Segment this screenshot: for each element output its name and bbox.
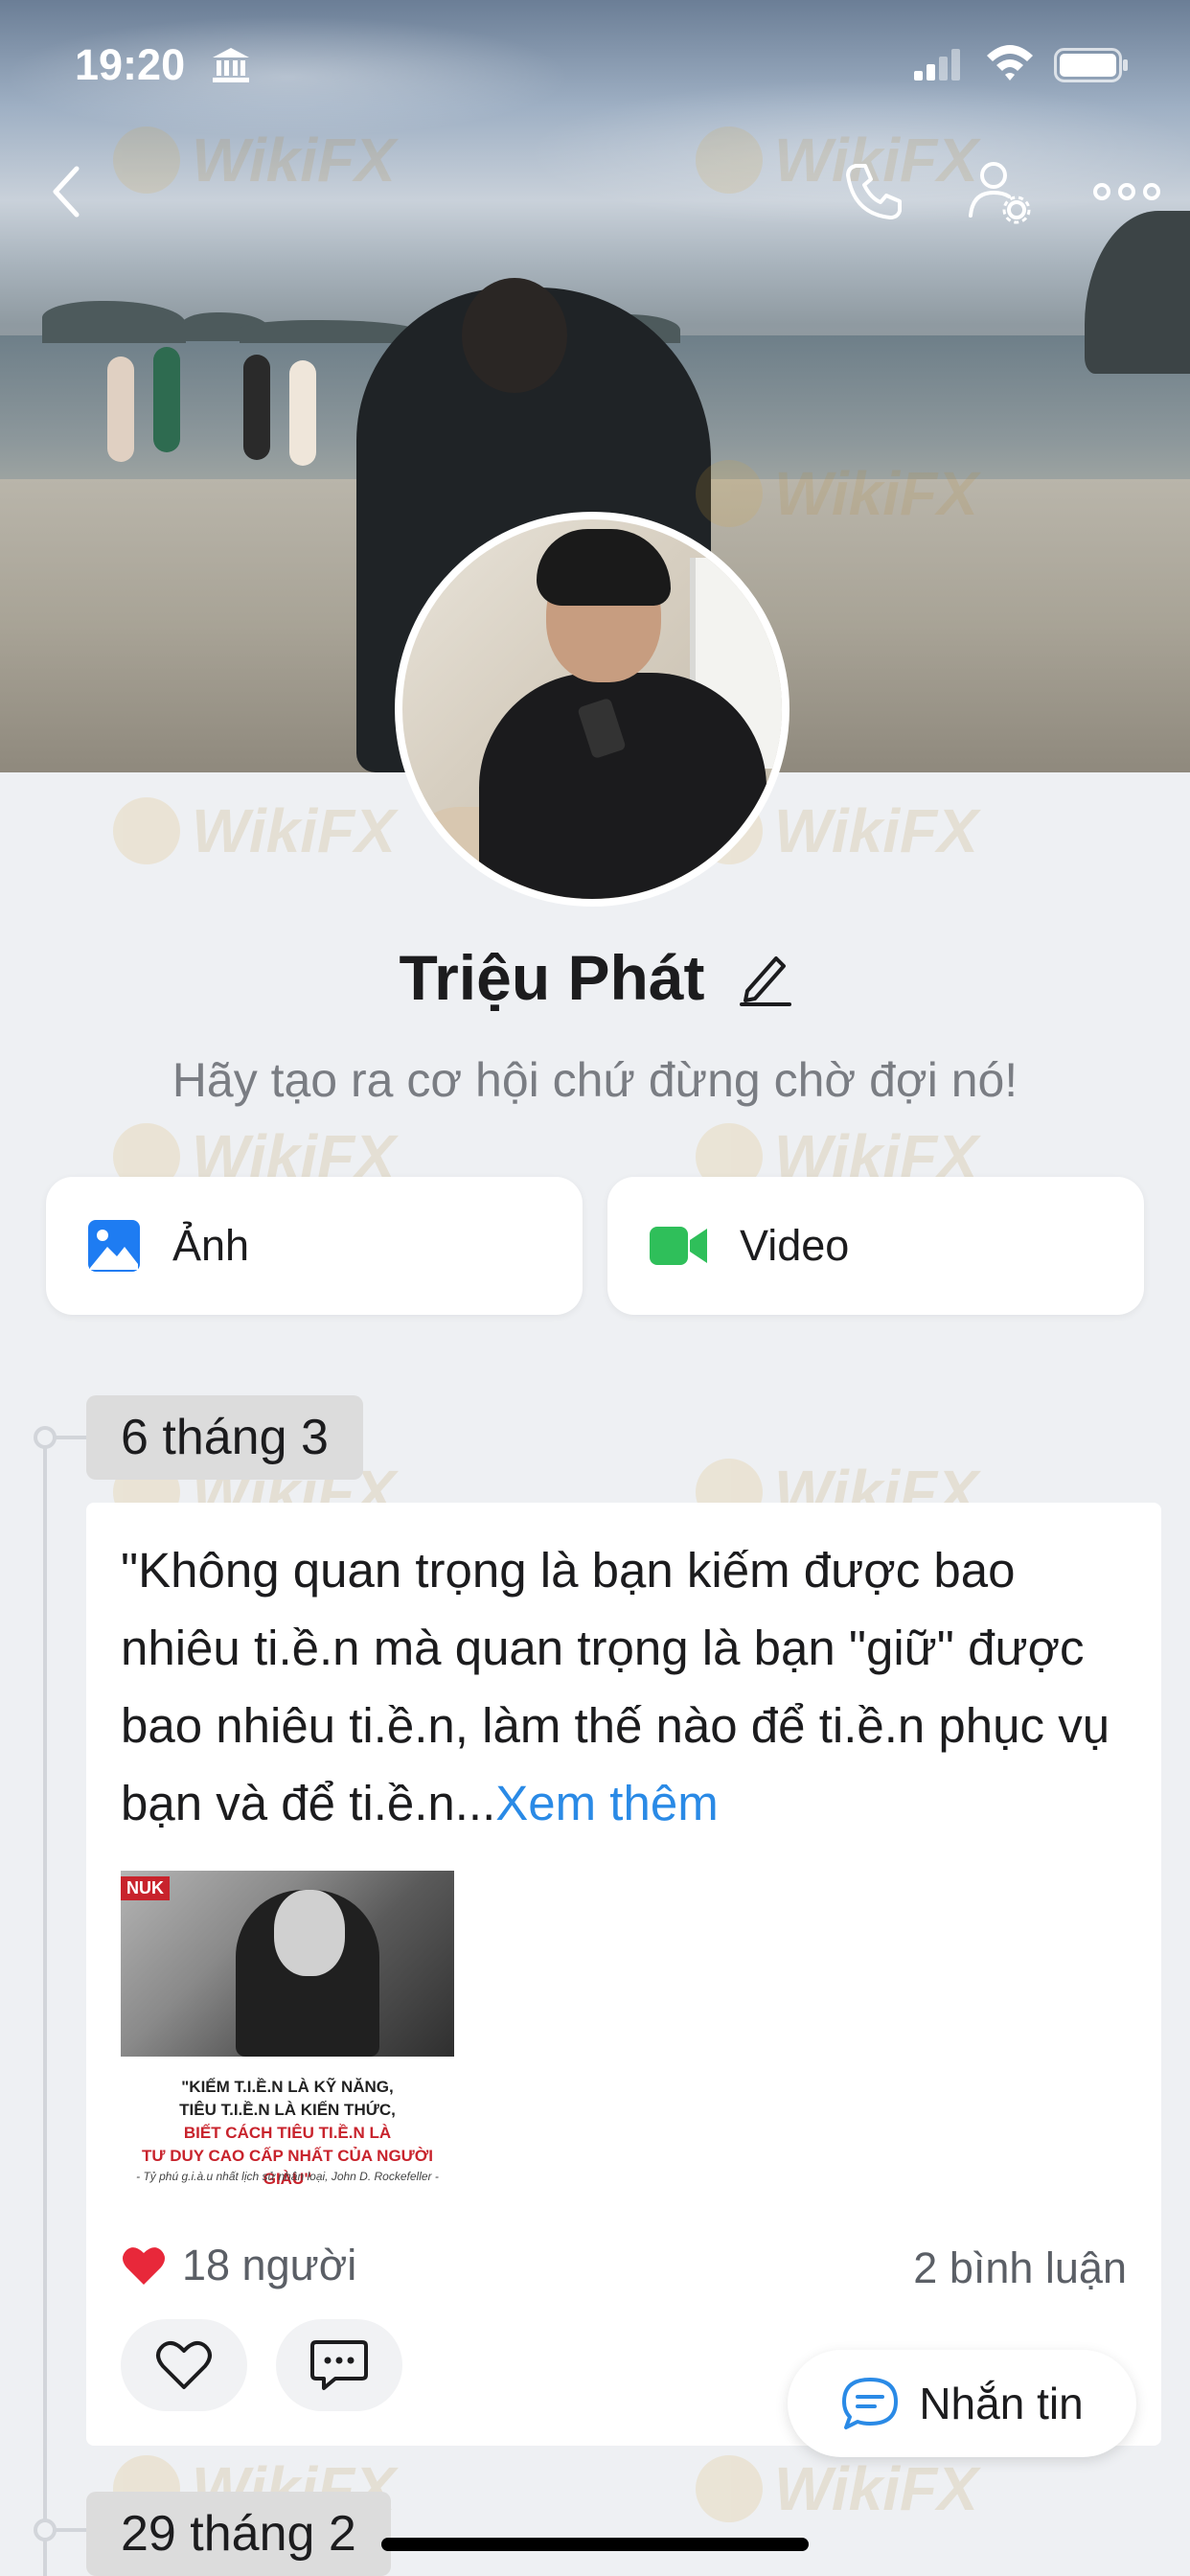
more-dots-icon [1093,183,1160,200]
post-card[interactable]: "Không quan trọng là bạn kiếm được bao n… [86,1503,1161,2446]
cover-person-head [462,278,567,393]
avatar-hair [537,529,671,606]
message-button[interactable]: Nhắn tin [788,2350,1136,2457]
photos-button[interactable]: Ảnh [46,1177,583,1315]
beach-person [107,356,134,462]
caption-line: TIÊU T.I.Ề.N LÀ KIẾN THỨC, [179,2101,396,2119]
videos-button-label: Video [740,1221,850,1270]
watermark-logo [696,2455,763,2522]
videos-button[interactable]: Video [607,1177,1144,1315]
caption-line: "KIẾM T.I.Ề.N LÀ KỸ NĂNG, [181,2078,394,2096]
avatar-body [479,673,767,899]
date-chip: 29 tháng 2 [86,2492,391,2576]
home-indicator[interactable] [381,2538,809,2551]
beach-person [153,347,180,452]
user-settings-icon [969,162,1031,224]
status-time: 19:20 [75,40,186,89]
photo-icon [88,1220,140,1272]
post-image[interactable]: NUK "KIẾM T.I.Ề.N LÀ KỸ NĂNG, TIÊU T.I.Ề… [121,1871,454,2202]
watermark-text: WikiFX [192,796,396,865]
timeline-dot [34,1426,57,1449]
video-camera-icon [650,1227,707,1265]
post-image-face [274,1890,345,1976]
heart-filled-icon [123,2247,165,2285]
avatar[interactable] [395,512,790,907]
message-button-label: Nhắn tin [919,2379,1084,2428]
beach-person [289,360,316,466]
watermark-text: WikiFX [774,2454,978,2523]
comments-count[interactable]: 2 bình luận [913,2243,1127,2293]
comment-button[interactable] [276,2319,402,2411]
like-button[interactable] [121,2319,247,2411]
post-image-credit: - Tỷ phú g.i.à.u nhất lịch sử nhân loại,… [136,2170,439,2183]
wifi-icon [987,45,1033,80]
chat-bubble-icon [842,2378,899,2429]
post-text[interactable]: "Không quan trọng là bạn kiếm được bao n… [121,1531,1136,1842]
beach-person [243,355,270,460]
profile-bio: Hãy tạo ra cơ hội chứ đừng chờ đợi nó! [172,1053,1018,1107]
date-chip: 6 tháng 3 [86,1395,363,1480]
timeline-tick [56,2528,86,2532]
caption-line: BIẾT CÁCH TIÊU TI.Ề.N LÀ [183,2124,392,2142]
timeline-dot [34,2518,57,2542]
profile-settings-button[interactable] [962,153,1039,230]
likes-summary[interactable]: 18 người [121,2241,356,2290]
bank-icon [213,48,249,82]
back-button[interactable] [29,153,105,230]
battery-icon [1054,48,1128,82]
photos-button-label: Ảnh [172,1221,250,1270]
post-image-tag: NUK [121,1876,170,1900]
signal-icon [914,49,960,80]
phone-icon [846,164,902,219]
watermark: WikiFX [113,795,396,866]
caption-line: TƯ DUY CAO CẤP NHẤT CỦA NGƯỜI GIÀU" [141,2147,434,2188]
timeline-tick [56,1436,86,1439]
likes-count: 18 người [182,2241,357,2289]
island [42,301,186,343]
profile-name-row: Triệu Phát [0,934,1190,1021]
timeline-line [43,1438,47,2576]
profile-name: Triệu Phát [399,942,705,1013]
chevron-left-icon [53,166,80,218]
see-more-link[interactable]: Xem thêm [495,1776,718,1830]
more-button[interactable] [1088,153,1165,230]
watermark: WikiFX [696,2453,978,2524]
call-button[interactable] [835,153,912,230]
watermark-text: WikiFX [774,796,978,865]
edit-pencil-icon[interactable] [738,949,791,1006]
status-bar: 19:20 [0,0,1190,130]
watermark-logo [113,797,180,864]
comment-icon [310,2340,368,2390]
heart-outline-icon [156,2340,212,2389]
